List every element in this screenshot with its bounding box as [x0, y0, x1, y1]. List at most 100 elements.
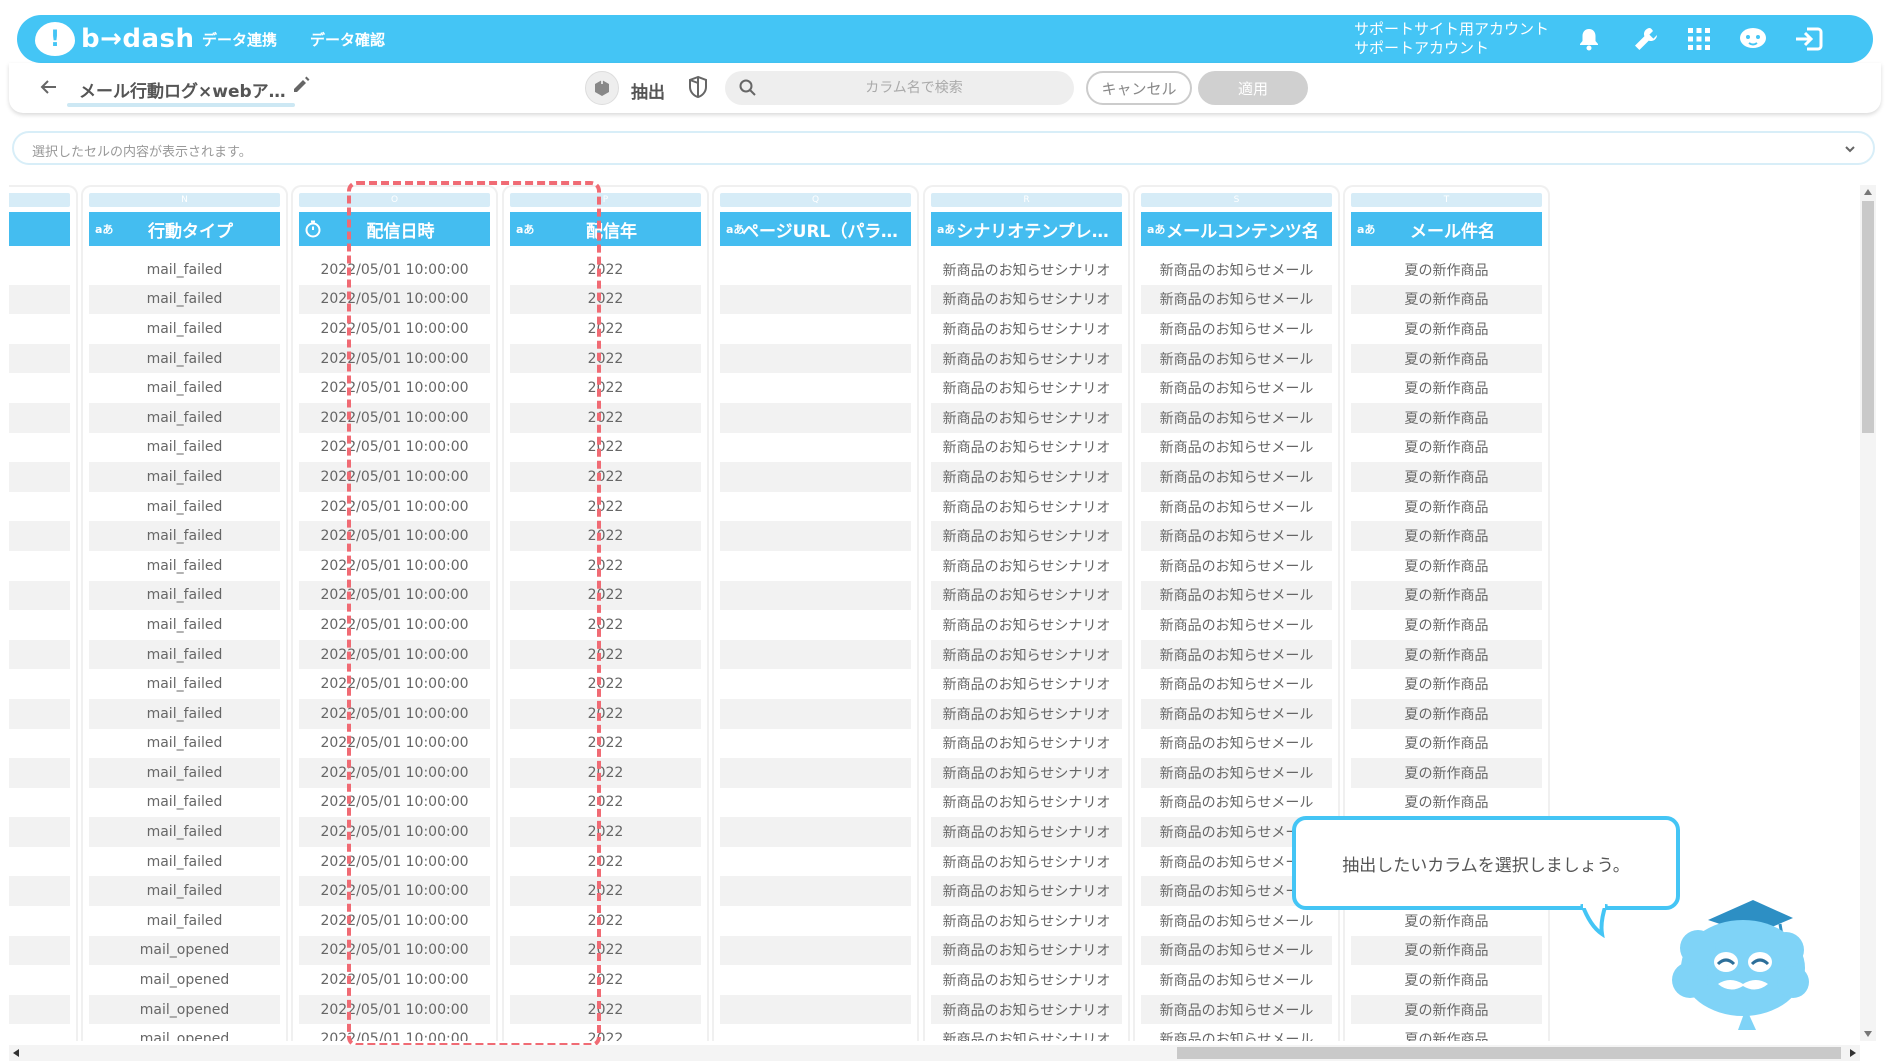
table-cell[interactable]	[9, 610, 70, 640]
table-cell[interactable]: mail_failed	[89, 787, 280, 818]
table-cell[interactable]: 新商品のお知らせメール	[1141, 521, 1332, 551]
table-cell[interactable]	[720, 284, 911, 315]
table-cell[interactable]: 2022/05/01 10:00:00	[299, 639, 490, 670]
table-cell[interactable]: 2022/05/01 10:00:00	[299, 373, 490, 403]
table-cell[interactable]: 夏の新作商品	[1351, 550, 1542, 581]
table-cell[interactable]: 2022	[510, 876, 701, 907]
table-cell[interactable]: 2022/05/01 10:00:00	[299, 550, 490, 581]
table-cell[interactable]: mail_failed	[89, 373, 280, 403]
table-cell[interactable]: 新商品のお知らせシナリオ	[931, 698, 1122, 729]
table-cell[interactable]: mail_failed	[89, 314, 280, 344]
table-cell[interactable]: 新商品のお知らせメール	[1141, 314, 1332, 344]
table-cell[interactable]: 2022/05/01 10:00:00	[299, 521, 490, 551]
table-cell[interactable]: 新商品のお知らせシナリオ	[931, 314, 1122, 344]
table-cell[interactable]: 2022	[510, 787, 701, 818]
table-cell[interactable]	[720, 935, 911, 966]
table-cell[interactable]: 新商品のお知らせメール	[1141, 669, 1332, 699]
table-cell[interactable]	[720, 906, 911, 936]
table-cell[interactable]: 新商品のお知らせシナリオ	[931, 728, 1122, 759]
table-cell[interactable]	[720, 728, 911, 759]
table-cell[interactable]	[9, 255, 70, 285]
table-cell[interactable]: 2022/05/01 10:00:00	[299, 402, 490, 433]
table-cell[interactable]: 新商品のお知らせシナリオ	[931, 521, 1122, 551]
table-cell[interactable]	[9, 314, 70, 344]
table-cell[interactable]: 2022	[510, 1024, 701, 1041]
table-cell[interactable]: 新商品のお知らせメール	[1141, 462, 1332, 492]
table-cell[interactable]: 2022/05/01 10:00:00	[299, 1024, 490, 1041]
table-cell[interactable]	[9, 935, 70, 966]
table-cell[interactable]: 夏の新作商品	[1351, 994, 1542, 1025]
table-cell[interactable]: 新商品のお知らせシナリオ	[931, 284, 1122, 315]
table-cell[interactable]: 2022/05/01 10:00:00	[299, 343, 490, 374]
table-cell[interactable]: 夏の新作商品	[1351, 639, 1542, 670]
nav-data-integration[interactable]: データ連携	[202, 29, 277, 50]
column-action-type[interactable]: Naあ 行動タイプ mail_failed mail_failed mail_faile…	[81, 185, 288, 1041]
table-cell[interactable]: 2022/05/01 10:00:00	[299, 935, 490, 966]
table-cell[interactable]: 2022/05/01 10:00:00	[299, 906, 490, 936]
table-cell[interactable]: 2022	[510, 935, 701, 966]
table-cell[interactable]: 新商品のお知らせシナリオ	[931, 639, 1122, 670]
table-cell[interactable]: 2022/05/01 10:00:00	[299, 462, 490, 492]
table-cell[interactable]	[720, 580, 911, 611]
table-cell[interactable]: 夏の新作商品	[1351, 462, 1542, 492]
table-cell[interactable]	[9, 817, 70, 847]
table-cell[interactable]: 2022/05/01 10:00:00	[299, 669, 490, 699]
table-cell[interactable]: 夏の新作商品	[1351, 432, 1542, 463]
table-cell[interactable]	[720, 787, 911, 818]
table-cell[interactable]: 夏の新作商品	[1351, 255, 1542, 285]
table-cell[interactable]: 2022	[510, 314, 701, 344]
table-cell[interactable]: 夏の新作商品	[1351, 758, 1542, 788]
table-cell[interactable]	[720, 994, 911, 1025]
table-cell[interactable]: 2022	[510, 462, 701, 492]
table-cell[interactable]	[720, 610, 911, 640]
table-cell[interactable]: 2022	[510, 343, 701, 374]
vertical-scrollbar[interactable]	[1860, 185, 1876, 1041]
table-cell[interactable]: 新商品のお知らせメール	[1141, 787, 1332, 818]
column-mail-content-name[interactable]: Saあ メールコンテンツ名 新商品のお知らせメール 新商品のお知らせメール 新商品のお知…	[1133, 185, 1340, 1041]
table-cell[interactable]: 新商品のお知らせメール	[1141, 402, 1332, 433]
table-cell[interactable]: 新商品のお知らせシナリオ	[931, 462, 1122, 492]
table-cell[interactable]: 新商品のお知らせメール	[1141, 580, 1332, 611]
table-cell[interactable]: mail_failed	[89, 728, 280, 759]
table-cell[interactable]: 2022/05/01 10:00:00	[299, 994, 490, 1025]
table-cell[interactable]: 新商品のお知らせシナリオ	[931, 1024, 1122, 1041]
table-cell[interactable]: 新商品のお知らせシナリオ	[931, 758, 1122, 788]
table-cell[interactable]: 新商品のお知らせメール	[1141, 1024, 1332, 1041]
table-cell[interactable]: 夏の新作商品	[1351, 491, 1542, 522]
table-cell[interactable]: mail_failed	[89, 432, 280, 463]
table-cell[interactable]	[720, 491, 911, 522]
table-cell[interactable]: 新商品のお知らせメール	[1141, 698, 1332, 729]
table-cell[interactable]: 2022	[510, 698, 701, 729]
pencil-edit-icon[interactable]	[291, 75, 313, 97]
table-cell[interactable]: 新商品のお知らせシナリオ	[931, 373, 1122, 403]
column-mail-subject[interactable]: Taあ メール件名 夏の新作商品 夏の新作商品 夏の新作商品 夏の新作商品 夏の新作商品 夏の…	[1343, 185, 1550, 1041]
table-cell[interactable]: 2022	[510, 402, 701, 433]
column-header-left-partial[interactable]	[9, 212, 70, 246]
table-cell[interactable]: mail_failed	[89, 906, 280, 936]
table-cell[interactable]: 夏の新作商品	[1351, 314, 1542, 344]
table-cell[interactable]	[9, 698, 70, 729]
table-cell[interactable]: mail_opened	[89, 965, 280, 995]
table-cell[interactable]: 2022/05/01 10:00:00	[299, 255, 490, 285]
table-cell[interactable]: mail_failed	[89, 758, 280, 788]
shield-icon[interactable]	[687, 75, 711, 99]
column-scenario-template[interactable]: Raあ シナリオテンプレ… 新商品のお知らせシナリオ 新商品のお知らせシナリオ 新商品の…	[923, 185, 1130, 1041]
table-cell[interactable]: mail_failed	[89, 817, 280, 847]
table-cell[interactable]	[9, 669, 70, 699]
table-cell[interactable]: 新商品のお知らせメール	[1141, 343, 1332, 374]
table-cell[interactable]: 新商品のお知らせシナリオ	[931, 255, 1122, 285]
logout-icon[interactable]	[1794, 24, 1824, 54]
table-cell[interactable]: 夏の新作商品	[1351, 965, 1542, 995]
table-cell[interactable]: 新商品のお知らせメール	[1141, 550, 1332, 581]
table-cell[interactable]: 新商品のお知らせシナリオ	[931, 994, 1122, 1025]
table-cell[interactable]: mail_failed	[89, 491, 280, 522]
table-cell[interactable]: 新商品のお知らせシナリオ	[931, 343, 1122, 374]
table-cell[interactable]: mail_failed	[89, 846, 280, 877]
table-cell[interactable]: 夏の新作商品	[1351, 1024, 1542, 1041]
table-cell[interactable]: 新商品のお知らせメール	[1141, 965, 1332, 995]
column-search-input[interactable]	[769, 71, 1059, 105]
table-cell[interactable]: 新商品のお知らせメール	[1141, 491, 1332, 522]
table-cell[interactable]: mail_failed	[89, 580, 280, 611]
scroll-left-arrow-icon[interactable]	[13, 1049, 19, 1057]
column-delivery-datetime[interactable]: O 配信日時 2022/05/01 10:00:00 2022/05/01 10:00…	[291, 185, 498, 1041]
